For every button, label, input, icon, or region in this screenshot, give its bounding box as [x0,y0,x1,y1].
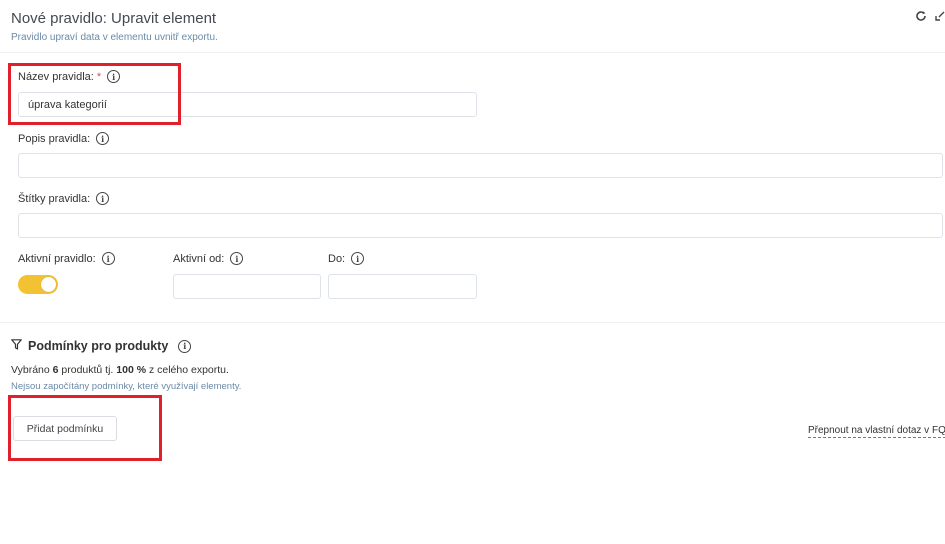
filter-icon [11,339,22,353]
rule-tags-input[interactable] [18,213,943,238]
info-icon[interactable]: i [351,252,365,265]
rule-description-label-text: Popis pravidla: [18,132,91,145]
rule-active-label-text: Aktivní pravidlo: [18,252,96,265]
rule-active-toggle[interactable] [18,275,58,294]
conditions-section-title: Podmínky pro produkty i [11,339,192,353]
conditions-note: Nejsou započítány podmínky, které využív… [11,381,242,392]
stat-percent: 100 % [116,364,147,376]
toggle-knob [41,277,56,292]
rule-description-input[interactable] [18,153,943,178]
selection-stat: Vybráno 6 produktů tj. 100 % z celého ex… [11,364,229,376]
active-from-label: Aktivní od: i [173,252,244,265]
rule-active-label: Aktivní pravidlo: i [18,252,115,265]
rule-edit-page: Nové pravidlo: Upravit element Pravidlo … [0,0,945,544]
rule-description-label: Popis pravidla: i [18,132,110,145]
rule-tags-label: Štítky pravidla: i [18,192,110,205]
info-icon[interactable]: i [101,252,115,265]
active-from-input[interactable] [173,274,321,299]
highlight-box-rule-name [8,63,181,125]
active-to-label-text: Do: [328,252,346,265]
active-to-label: Do: i [328,252,365,265]
page-header: Nové pravidlo: Upravit element Pravidlo … [0,0,945,53]
section-divider [0,322,945,323]
collapse-icon[interactable] [935,10,945,24]
info-icon[interactable]: i [178,339,192,353]
page-subtitle: Pravidlo upraví data v elementu uvnitř e… [11,32,218,43]
conditions-title-text: Podmínky pro produkty [28,339,169,353]
info-icon[interactable]: i [96,132,110,145]
stat-mid: produktů tj. [58,364,117,376]
active-to-input[interactable] [328,274,477,299]
stat-suffix: z celého exportu. [146,364,229,376]
active-from-label-text: Aktivní od: [173,252,225,265]
highlight-box-add-condition [8,395,162,461]
switch-to-fql-link[interactable]: Přepnout na vlastní dotaz v FQL [808,425,945,438]
info-icon[interactable]: i [96,192,110,205]
page-title: Nové pravidlo: Upravit element [11,10,217,27]
rule-tags-label-text: Štítky pravidla: [18,192,91,205]
stat-prefix: Vybráno [11,364,53,376]
refresh-icon[interactable] [915,10,927,24]
info-icon[interactable]: i [230,252,244,265]
